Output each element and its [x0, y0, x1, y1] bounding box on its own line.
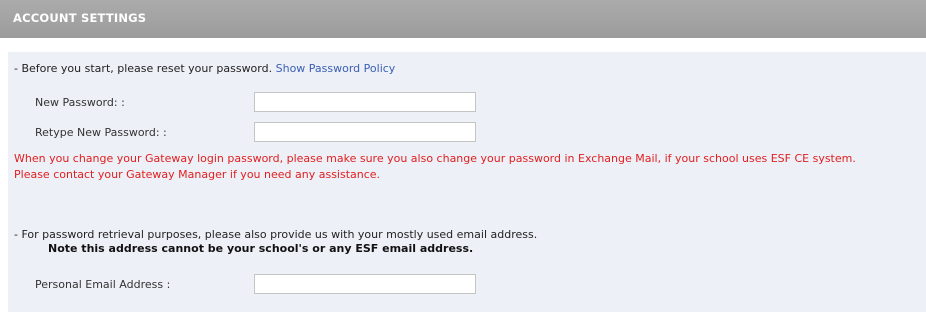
new-password-field[interactable]: [254, 92, 476, 112]
retype-password-label: Retype New Password: :: [35, 126, 167, 139]
retype-password-field[interactable]: [254, 122, 476, 142]
personal-email-field[interactable]: [254, 274, 476, 294]
personal-email-label: Personal Email Address :: [35, 278, 171, 291]
password-intro-text: - Before you start, please reset your pa…: [14, 62, 273, 75]
password-warning-line-2: Please contact your Gateway Manager if y…: [14, 168, 381, 181]
password-warning: When you change your Gateway login passw…: [14, 151, 856, 183]
account-settings-panel: - Before you start, please reset your pa…: [8, 52, 926, 312]
password-intro: - Before you start, please reset your pa…: [14, 62, 395, 75]
email-restriction-note: Note this address cannot be your school'…: [48, 242, 474, 255]
section-title: ACCOUNT SETTINGS: [13, 11, 147, 25]
new-password-label: New Password: :: [35, 96, 125, 109]
section-header-bar: ACCOUNT SETTINGS: [0, 0, 926, 38]
email-intro-text: - For password retrieval purposes, pleas…: [14, 228, 538, 241]
show-password-policy-link[interactable]: Show Password Policy: [276, 62, 396, 75]
password-warning-line-1: When you change your Gateway login passw…: [14, 152, 856, 165]
